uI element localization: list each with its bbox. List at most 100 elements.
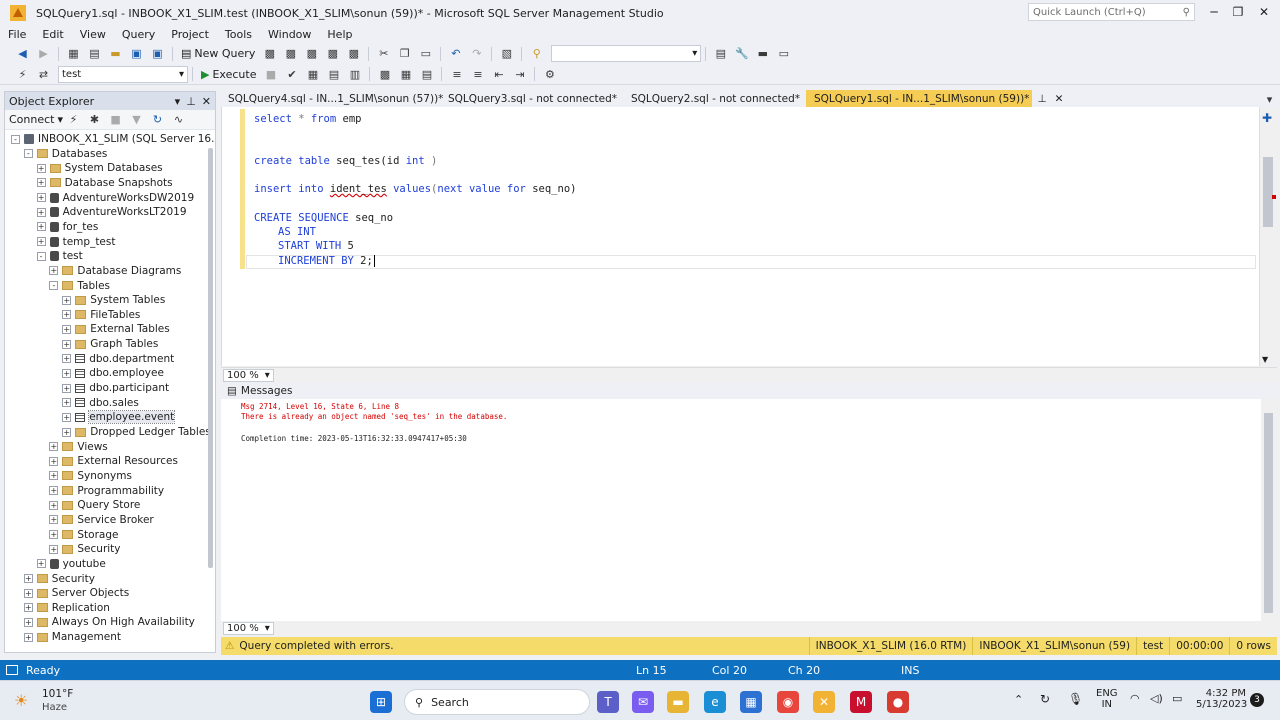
properties-icon[interactable]: 🔧 [734, 46, 749, 61]
tree-node[interactable]: - Tables [49, 279, 110, 293]
tree-node[interactable]: + Query Store [49, 498, 140, 512]
split-icon[interactable]: ✚ [1262, 111, 1272, 125]
collapse-icon[interactable]: - [23, 149, 33, 159]
teams-icon[interactable]: T [597, 691, 619, 713]
editor-vertical-scrollbar[interactable]: ✚ ▼ [1259, 107, 1277, 366]
window-icon[interactable]: ▭ [776, 46, 791, 61]
tree-node[interactable]: - test [36, 249, 83, 263]
increase-indent-icon[interactable]: ⇥ [512, 67, 527, 82]
menu-window[interactable]: Window [260, 28, 319, 41]
tree-node[interactable]: + Dropped Ledger Tables [62, 425, 211, 439]
microphone-icon[interactable]: 🎙 [1068, 692, 1083, 706]
expand-icon[interactable]: + [36, 237, 46, 247]
copy-icon[interactable]: ❐ [397, 46, 412, 61]
open-file-icon[interactable]: ▬ [108, 46, 123, 61]
expand-icon[interactable]: + [62, 339, 72, 349]
tree-node[interactable]: + External Tables [62, 322, 170, 336]
expand-icon[interactable]: + [62, 324, 72, 334]
expand-icon[interactable]: + [36, 222, 46, 232]
close-icon[interactable]: ✕ [1055, 93, 1064, 105]
maximize-button[interactable]: ❐ [1224, 3, 1252, 21]
tree-node[interactable]: + Security [49, 542, 121, 556]
tab-sqlquery4[interactable]: SQLQuery4.sql - IN...1_SLIM\sonun (57))* [220, 90, 443, 107]
tree-node[interactable]: + temp_test [36, 235, 115, 249]
find-combo[interactable]: ▾ [551, 45, 702, 62]
forward-icon[interactable]: ▶ [36, 46, 51, 61]
language-indicator[interactable]: ENG IN [1096, 688, 1118, 710]
find-icon[interactable]: ⚲ [529, 46, 544, 61]
expand-icon[interactable]: + [62, 398, 72, 408]
database-select[interactable]: test ▾ [58, 65, 188, 83]
menu-query[interactable]: Query [114, 28, 163, 41]
connect-button[interactable]: Connect ▾ [9, 113, 63, 126]
disconnect-icon[interactable]: ✱ [87, 112, 102, 127]
menu-tools[interactable]: Tools [217, 28, 260, 41]
redo-icon[interactable]: ↷ [469, 46, 484, 61]
display-plan-icon[interactable]: ▦ [305, 67, 320, 82]
expand-icon[interactable]: + [36, 207, 46, 217]
stop-icon[interactable]: ■ [263, 67, 278, 82]
tree-node[interactable]: + Replication [23, 601, 110, 615]
menu-project[interactable]: Project [163, 28, 217, 41]
dropdown-icon[interactable]: ▾ [175, 95, 181, 108]
messages-tab[interactable]: ▤ Messages [221, 383, 1277, 399]
expand-icon[interactable]: + [23, 603, 33, 613]
expand-icon[interactable]: + [49, 500, 59, 510]
refresh-icon[interactable]: ↻ [150, 112, 165, 127]
scroll-down-icon[interactable]: ▼ [1262, 355, 1268, 364]
collapse-icon[interactable]: - [36, 251, 46, 261]
tree-node[interactable]: + Management [23, 630, 121, 644]
store-icon[interactable]: ▦ [740, 691, 762, 713]
scroll-thumb[interactable] [1264, 413, 1273, 613]
parse-icon[interactable]: ✔ [284, 67, 299, 82]
tree-node[interactable]: + employee.event [62, 410, 176, 425]
xmla-query-icon[interactable]: ▩ [325, 46, 340, 61]
undo-icon[interactable]: ↶ [448, 46, 463, 61]
comment-icon[interactable]: ≡ [449, 67, 464, 82]
expand-icon[interactable]: + [62, 354, 72, 364]
tree-node[interactable]: + FileTables [62, 308, 140, 322]
tree-node[interactable]: + Security [23, 572, 95, 586]
pin-icon[interactable]: ⊥ [186, 95, 196, 108]
tree-node[interactable]: - Databases [23, 147, 107, 161]
quick-launch-input[interactable]: Quick Launch (Ctrl+Q) ⚲ [1028, 3, 1195, 21]
expand-icon[interactable]: + [49, 456, 59, 466]
chevron-up-icon[interactable]: ⌃ [1014, 693, 1023, 706]
decrease-indent-icon[interactable]: ⇤ [491, 67, 506, 82]
results-to-grid-icon[interactable]: ▦ [398, 67, 413, 82]
taskbar-search[interactable]: ⚲ Search [404, 689, 590, 715]
expand-icon[interactable]: + [23, 632, 33, 642]
close-button[interactable]: ✕ [1250, 3, 1278, 21]
volume-icon[interactable]: ◁) [1150, 692, 1163, 705]
tree-node[interactable]: + Graph Tables [62, 337, 158, 351]
toolbox-icon[interactable]: ▬ [755, 46, 770, 61]
chat-icon[interactable]: ✉ [632, 691, 654, 713]
tree-node[interactable]: + for_tes [36, 220, 98, 234]
tree-node[interactable]: + dbo.department [62, 352, 174, 366]
tree-node[interactable]: + System Databases [36, 161, 163, 175]
expand-icon[interactable]: + [23, 617, 33, 627]
edge-icon[interactable]: e [704, 691, 726, 713]
chrome-icon[interactable]: ◉ [777, 691, 799, 713]
expand-icon[interactable]: + [36, 163, 46, 173]
wifi-icon[interactable]: ◠ [1130, 692, 1140, 705]
cut-icon[interactable]: ✂ [376, 46, 391, 61]
execute-button[interactable]: ▶ Execute [201, 68, 256, 81]
pin-icon[interactable]: ⊥ [1037, 93, 1046, 105]
mdx-query-icon[interactable]: ▩ [283, 46, 298, 61]
tree-node[interactable]: + Server Objects [23, 586, 129, 600]
tree-node[interactable]: + youtube [36, 557, 106, 571]
tree-node[interactable]: + Database Diagrams [49, 264, 181, 278]
menu-file[interactable]: File [0, 28, 34, 41]
include-plan-icon[interactable]: ▩ [377, 67, 392, 82]
expand-icon[interactable]: + [23, 588, 33, 598]
results-to-file-icon[interactable]: ▤ [419, 67, 434, 82]
save-icon[interactable]: ▣ [129, 46, 144, 61]
query-design-icon[interactable]: ▤ [326, 67, 341, 82]
tree-node[interactable]: + Service Broker [49, 513, 154, 527]
tree-node[interactable]: + dbo.participant [62, 381, 169, 395]
expand-icon[interactable]: + [36, 559, 46, 569]
expand-icon[interactable]: + [49, 544, 59, 554]
expand-icon[interactable]: + [36, 193, 46, 203]
close-icon[interactable]: ✕ [202, 95, 211, 108]
